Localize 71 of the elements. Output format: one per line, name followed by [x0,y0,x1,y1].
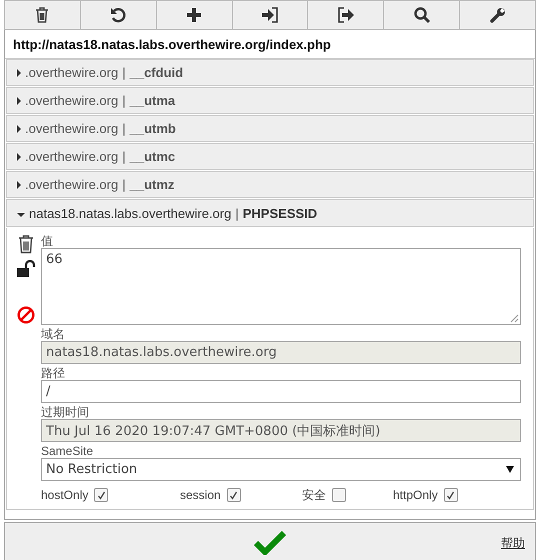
cookie-domain: .overthewire.org [25,93,118,108]
wrench-icon [488,6,507,24]
help-link[interactable]: 帮助 [501,535,525,552]
import-icon [261,6,279,24]
separator-text: | [235,206,239,220]
samesite-dropdown[interactable]: No Restriction [41,458,521,481]
cookie-name: __cfduid [130,65,184,80]
block-icon[interactable] [17,306,35,324]
cookie-row[interactable]: .overthewire.org | __utmb [6,115,534,142]
search-icon [412,6,431,24]
export-icon [336,6,355,24]
undo-icon [109,6,128,24]
separator-text: | [122,177,126,192]
flag-label: 安全 [302,486,326,504]
toolbar-button[interactable] [460,0,536,30]
dropdown-arrow-icon [506,466,514,473]
flag-label: httpOnly [393,488,438,502]
check-icon[interactable] [254,529,286,555]
trash-icon[interactable] [17,234,35,254]
cookie-domain: .overthewire.org [25,65,118,80]
flag-label: hostOnly [41,488,88,502]
checkbox[interactable] [444,488,458,502]
separator-text: | [122,149,126,164]
cookie-domain: .overthewire.org [25,121,118,136]
caret-down-icon [17,212,25,216]
cookie-row[interactable]: .overthewire.org | __utmz [6,171,534,198]
checkmark-icon [96,490,106,500]
caret-right-icon [17,96,21,104]
cookie-row[interactable]: .overthewire.org | __utma [6,87,534,114]
toolbar-button[interactable] [232,0,308,30]
cookie-name: __utmc [130,149,176,164]
checkmark-icon [229,490,238,500]
cookie-row[interactable]: natas18.natas.labs.overthewire.org | PHPSESSID [6,199,534,227]
checkbox[interactable] [94,488,108,502]
toolbar-button[interactable] [80,0,157,30]
checkbox[interactable] [332,488,346,502]
field-label: 值 [41,234,54,248]
separator-text: | [122,93,126,108]
field-label: SameSite [41,444,94,458]
cookie-row[interactable]: .overthewire.org | __cfduid [6,59,534,86]
readonly-field[interactable]: Thu Jul 16 2020 19:07:47 GMT+0800 (中国标准时间) [41,419,521,442]
cookie-row[interactable]: .overthewire.org | __utmc [6,143,534,170]
cookie-name: __utmz [130,177,174,192]
cookie-domain: .overthewire.org [25,149,118,164]
cookie-name: PHPSESSID [242,206,318,220]
cookie-name: __utma [130,93,176,108]
caret-right-icon [17,124,21,132]
toolbar-button[interactable] [384,0,460,30]
field-label: 路径 [41,366,66,380]
readonly-field[interactable]: natas18.natas.labs.overthewire.org [41,341,521,364]
caret-right-icon [17,152,21,160]
caret-right-icon [17,180,21,188]
separator-text: | [122,65,126,80]
resize-grip-icon[interactable] [510,314,519,323]
toolbar-button[interactable] [308,0,384,30]
flag-label: session [180,488,221,502]
field-label: 过期时间 [41,405,90,419]
plus-icon [185,6,204,24]
cookie-domain: natas18.natas.labs.overthewire.org [29,206,232,220]
toolbar-button[interactable] [156,0,233,30]
value-textarea[interactable]: 66 [41,248,521,325]
input-field[interactable]: / [41,380,521,403]
cookie-name: __utmb [130,121,176,136]
cookie-domain: .overthewire.org [25,177,118,192]
checkmark-icon [446,490,456,500]
checkbox[interactable] [226,488,241,502]
field-label: 域名 [41,327,66,341]
separator-text: | [122,121,126,136]
toolbar-button[interactable] [4,0,81,30]
caret-right-icon [17,68,21,76]
unlocked-padlock-icon[interactable] [16,260,36,278]
